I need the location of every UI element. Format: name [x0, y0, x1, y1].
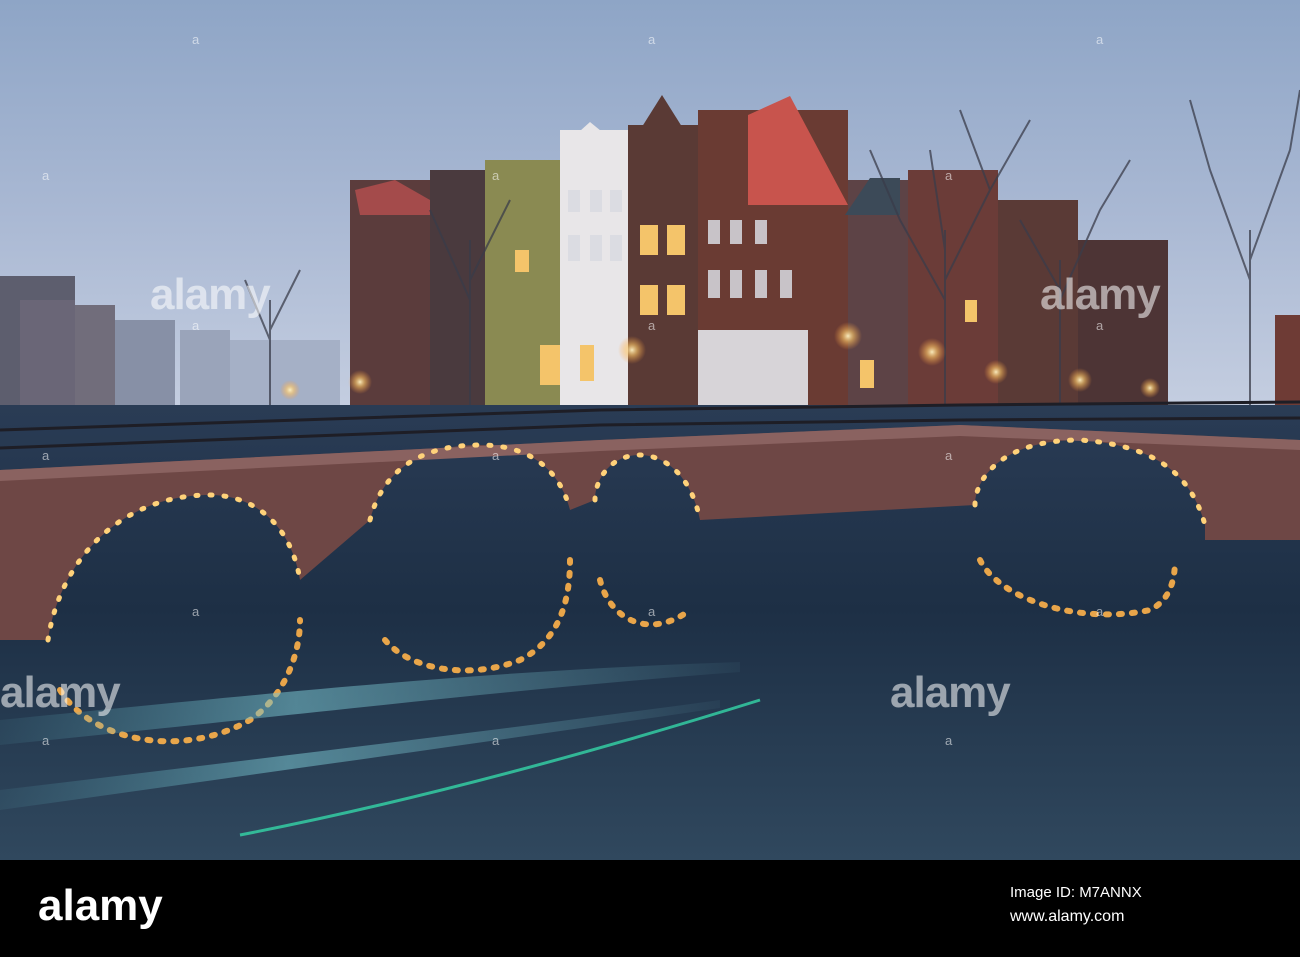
svg-text:a: a [42, 448, 50, 463]
svg-text:a: a [192, 604, 200, 619]
watermark-text: alamy [150, 270, 271, 319]
svg-text:a: a [648, 604, 656, 619]
photo-page: a a a a a a a a a a a a a a a a a a alamy alamy alam… [0, 0, 1300, 957]
svg-text:alamy: alamy [38, 882, 163, 930]
website-url: www.alamy.com [1010, 908, 1125, 925]
svg-text:a: a [192, 32, 200, 47]
svg-text:a: a [945, 448, 953, 463]
svg-text:a: a [1096, 318, 1104, 333]
footer-bar: alamy Image ID: M7ANNX www.alamy.com [0, 860, 1300, 957]
svg-text:a: a [42, 733, 50, 748]
svg-text:a: a [192, 318, 200, 333]
watermark-text: alamy [0, 668, 121, 717]
watermark-text: alamy [890, 668, 1011, 717]
svg-text:a: a [492, 733, 500, 748]
canal-bridge-photo: a a a a a a a a a a a a a a a a a a [0, 0, 1300, 860]
alamy-logo: alamy [38, 882, 163, 930]
watermark-text: alamy [1040, 270, 1161, 319]
svg-text:a: a [1096, 604, 1104, 619]
svg-text:a: a [945, 168, 953, 183]
svg-text:a: a [42, 168, 50, 183]
image-id: Image ID: M7ANNX [1010, 884, 1142, 901]
svg-text:a: a [492, 168, 500, 183]
svg-text:a: a [492, 448, 500, 463]
svg-text:a: a [945, 733, 953, 748]
svg-text:a: a [1096, 32, 1104, 47]
svg-text:a: a [648, 318, 656, 333]
svg-text:a: a [648, 32, 656, 47]
